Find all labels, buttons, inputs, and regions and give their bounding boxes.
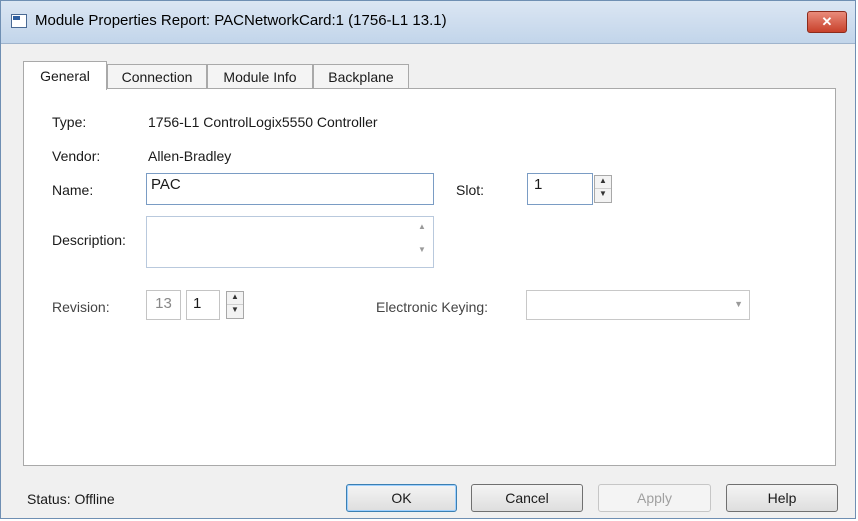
tab-general[interactable]: General [23,61,107,90]
window-icon [11,14,27,28]
electronic-keying-dropdown[interactable]: ▼ [526,290,750,320]
status-bar: Status: Offline [27,491,115,507]
name-label: Name: [52,182,94,198]
tab-module-info[interactable]: Module Info [207,64,313,89]
description-label: Description: [52,232,126,248]
slot-up-arrow-icon[interactable]: ▲ [595,176,611,189]
general-tab-panel: Type: 1756-L1 ControlLogix5550 Controlle… [23,88,836,466]
description-scrollbar[interactable]: ▲ ▼ [414,222,430,254]
status-label: Status: [27,491,71,507]
vendor-label: Vendor: [52,148,101,164]
slot-input[interactable]: 1 [527,173,593,205]
status-value: Offline [74,491,115,507]
revision-up-arrow-icon[interactable]: ▲ [227,292,243,305]
tab-backplane[interactable]: Backplane [313,64,409,89]
name-input[interactable]: PAC [146,173,434,205]
type-label: Type: [52,114,87,130]
help-button[interactable]: Help [726,484,838,512]
close-icon: ✕ [821,14,833,29]
cancel-button[interactable]: Cancel [471,484,583,512]
type-value: 1756-L1 ControlLogix5550 Controller [148,114,378,130]
scroll-down-icon[interactable]: ▼ [414,245,430,254]
scroll-up-icon[interactable]: ▲ [414,222,430,231]
tab-connection[interactable]: Connection [107,64,207,89]
slot-spinner[interactable]: ▲ ▼ [594,175,612,203]
title-bar[interactable]: Module Properties Report: PACNetworkCard… [1,1,855,44]
revision-spinner[interactable]: ▲ ▼ [226,291,244,319]
module-properties-window: Module Properties Report: PACNetworkCard… [0,0,856,519]
slot-label: Slot: [456,182,485,198]
electronic-keying-label: Electronic Keying: [376,299,489,315]
vendor-value: Allen-Bradley [148,148,232,164]
chevron-down-icon: ▼ [734,299,743,309]
description-input[interactable] [146,216,434,268]
window-title: Module Properties Report: PACNetworkCard… [35,12,447,29]
revision-label: Revision: [52,299,110,315]
ok-button[interactable]: OK [346,484,457,512]
revision-minor-input[interactable]: 1 [186,290,220,320]
apply-button[interactable]: Apply [598,484,711,512]
close-button[interactable]: ✕ [807,11,847,33]
revision-major-field: 13 [146,290,181,320]
slot-down-arrow-icon[interactable]: ▼ [595,189,611,202]
revision-down-arrow-icon[interactable]: ▼ [227,305,243,318]
